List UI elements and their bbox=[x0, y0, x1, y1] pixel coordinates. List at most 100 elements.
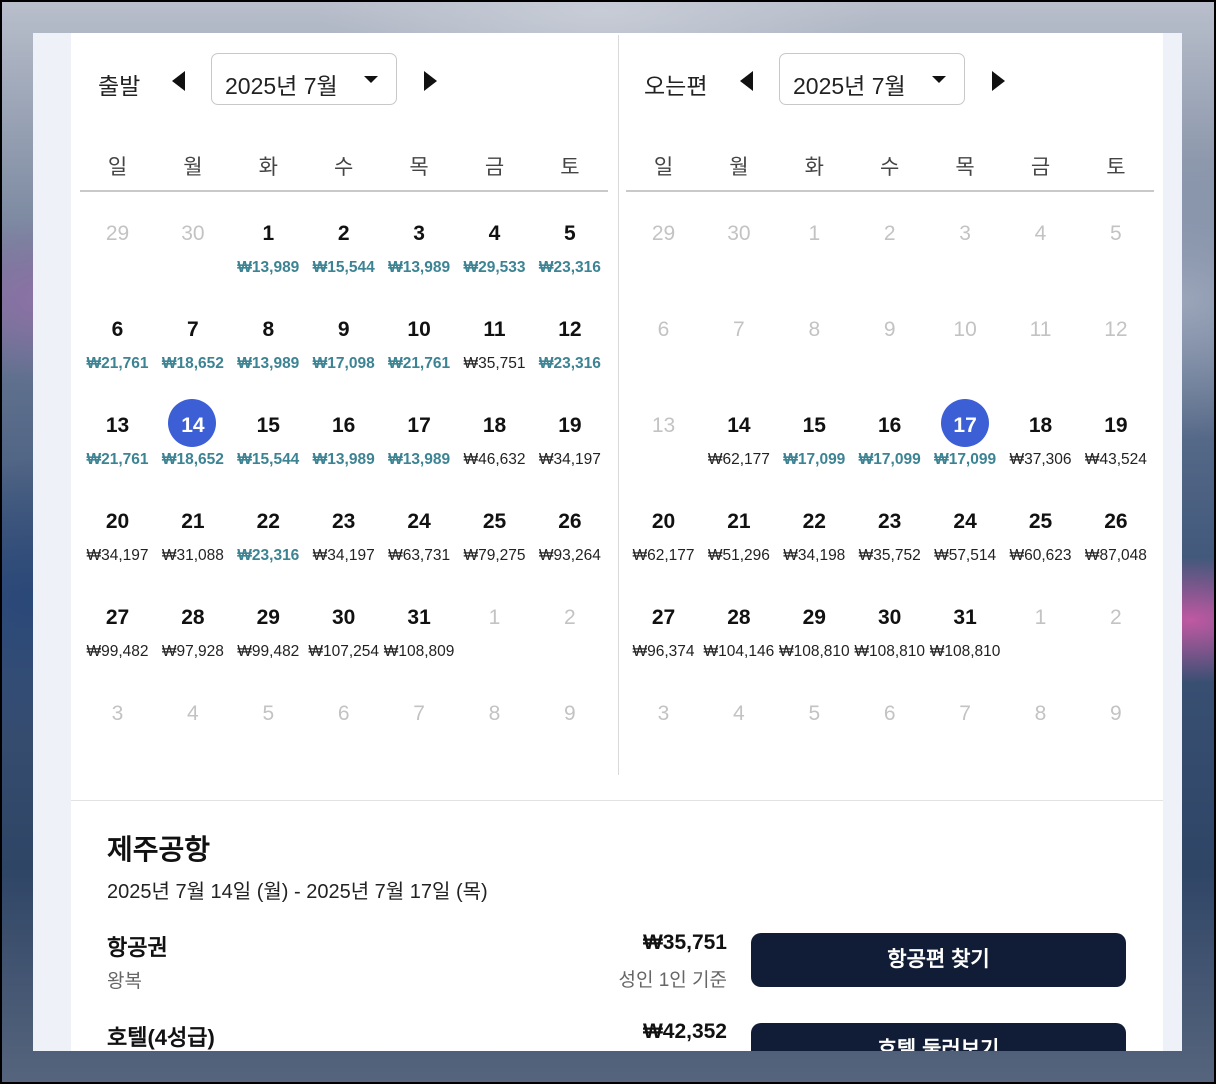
selected-day-cell[interactable]: 14 ₩18,652 bbox=[155, 393, 230, 489]
day-number: 6 bbox=[883, 702, 896, 725]
day-cell[interactable]: 6 ₩21,761 bbox=[80, 297, 155, 393]
day-cell[interactable]: 3 ₩13,989 bbox=[382, 201, 457, 297]
day-cell: 1 bbox=[1003, 585, 1078, 681]
day-number: 15 bbox=[802, 414, 826, 437]
flight-price-note: 성인 1인 기준 bbox=[618, 970, 727, 991]
day-cell[interactable]: 29 ₩108,810 bbox=[777, 585, 852, 681]
day-cell[interactable]: 10 ₩21,761 bbox=[382, 297, 457, 393]
weekday-label: 토 bbox=[560, 156, 580, 179]
day-cell[interactable]: 24 ₩57,514 bbox=[928, 489, 1003, 585]
day-number: 14 bbox=[727, 414, 751, 437]
day-price: ₩93,264 bbox=[538, 547, 601, 564]
day-cell[interactable]: 27 ₩99,482 bbox=[80, 585, 155, 681]
day-cell[interactable]: 19 ₩43,524 bbox=[1078, 393, 1153, 489]
day-cell[interactable]: 27 ₩96,374 bbox=[626, 585, 701, 681]
prev-month-icon[interactable] bbox=[168, 69, 192, 93]
day-cell[interactable]: 17 ₩13,989 bbox=[382, 393, 457, 489]
day-cell[interactable]: 22 ₩23,316 bbox=[231, 489, 306, 585]
day-number: 9 bbox=[337, 318, 350, 341]
day-cell[interactable]: 15 ₩17,099 bbox=[777, 393, 852, 489]
day-cell[interactable]: 18 ₩37,306 bbox=[1003, 393, 1078, 489]
day-cell[interactable]: 25 ₩79,275 bbox=[457, 489, 532, 585]
day-cell: 2 bbox=[852, 201, 927, 297]
day-cell[interactable]: 19 ₩34,197 bbox=[532, 393, 607, 489]
day-cell[interactable]: 30 ₩108,810 bbox=[852, 585, 927, 681]
day-number: 29 bbox=[651, 222, 676, 245]
day-cell: 30 bbox=[155, 201, 230, 297]
destination-title: 제주공항 bbox=[107, 834, 211, 865]
day-cell[interactable]: 2 ₩15,544 bbox=[306, 201, 381, 297]
day-cell[interactable]: 9 ₩17,098 bbox=[306, 297, 381, 393]
day-cell[interactable]: 30 ₩107,254 bbox=[306, 585, 381, 681]
weekday-label: 화 bbox=[804, 156, 824, 179]
day-cell[interactable]: 31 ₩108,810 bbox=[928, 585, 1003, 681]
day-price: ₩108,810 bbox=[929, 643, 1001, 660]
day-number: 30 bbox=[181, 222, 205, 245]
day-cell[interactable]: 16 ₩17,099 bbox=[852, 393, 927, 489]
day-number: 30 bbox=[332, 606, 356, 629]
day-cell: 1 bbox=[777, 201, 852, 297]
weekday-label: 화 bbox=[258, 156, 278, 179]
day-cell[interactable]: 1 ₩13,989 bbox=[231, 201, 306, 297]
day-cell[interactable]: 5 ₩23,316 bbox=[532, 201, 607, 297]
day-number: 6 bbox=[111, 318, 124, 341]
day-cell[interactable]: 21 ₩51,296 bbox=[701, 489, 776, 585]
day-cell[interactable]: 7 ₩18,652 bbox=[155, 297, 230, 393]
day-cell: 3 bbox=[928, 201, 1003, 297]
weekday-header: 일월화수목금토 bbox=[626, 151, 1156, 179]
day-number: 16 bbox=[332, 414, 356, 437]
day-cell[interactable]: 31 ₩108,809 bbox=[382, 585, 457, 681]
day-number: 12 bbox=[1104, 318, 1128, 341]
day-cell[interactable]: 14 ₩62,177 bbox=[701, 393, 776, 489]
day-cell: 7 bbox=[928, 681, 1003, 777]
day-cell[interactable]: 12 ₩23,316 bbox=[532, 297, 607, 393]
day-cell[interactable]: 29 ₩99,482 bbox=[231, 585, 306, 681]
find-flights-button[interactable]: 항공편 찾기 bbox=[751, 933, 1126, 987]
day-cell: 7 bbox=[701, 297, 776, 393]
day-number: 5 bbox=[262, 702, 275, 725]
day-cell[interactable]: 15 ₩15,544 bbox=[231, 393, 306, 489]
day-cell[interactable]: 18 ₩46,632 bbox=[457, 393, 532, 489]
weekday-label: 월 bbox=[729, 156, 749, 179]
day-price: ₩34,197 bbox=[538, 451, 601, 468]
day-cell[interactable]: 23 ₩34,197 bbox=[306, 489, 381, 585]
day-number: 19 bbox=[1104, 414, 1128, 437]
selected-day-cell[interactable]: 17 ₩17,099 bbox=[928, 393, 1003, 489]
browse-hotels-button[interactable]: 호텔 둘러보기 bbox=[751, 1023, 1126, 1051]
day-cell[interactable]: 26 ₩93,264 bbox=[532, 489, 607, 585]
day-cell: 1 bbox=[457, 585, 532, 681]
day-cell[interactable]: 22 ₩34,198 bbox=[777, 489, 852, 585]
day-cell: 4 bbox=[701, 681, 776, 777]
day-cell[interactable]: 8 ₩13,989 bbox=[231, 297, 306, 393]
day-cell[interactable]: 25 ₩60,623 bbox=[1003, 489, 1078, 585]
day-cell[interactable]: 28 ₩97,928 bbox=[155, 585, 230, 681]
day-number: 2 bbox=[1110, 606, 1122, 629]
day-number: 23 bbox=[332, 510, 356, 533]
day-cell[interactable]: 24 ₩63,731 bbox=[382, 489, 457, 585]
day-number: 5 bbox=[564, 222, 576, 245]
day-number: 31 bbox=[407, 606, 431, 629]
day-cell[interactable]: 16 ₩13,989 bbox=[306, 393, 381, 489]
day-cell: 2 bbox=[1078, 585, 1153, 681]
departure-month-select[interactable]: 2025년 7월 bbox=[211, 53, 397, 105]
next-month-icon[interactable] bbox=[986, 69, 1010, 93]
day-number: 4 bbox=[488, 222, 501, 245]
day-cell[interactable]: 26 ₩87,048 bbox=[1078, 489, 1153, 585]
day-cell[interactable]: 28 ₩104,146 bbox=[701, 585, 776, 681]
return-month-select[interactable]: 2025년 7월 bbox=[779, 53, 965, 105]
prev-month-icon[interactable] bbox=[736, 69, 760, 93]
day-cell[interactable]: 20 ₩34,197 bbox=[80, 489, 155, 585]
weekday-label: 월 bbox=[183, 156, 203, 179]
day-cell[interactable]: 23 ₩35,752 bbox=[852, 489, 927, 585]
day-cell[interactable]: 11 ₩35,751 bbox=[457, 297, 532, 393]
day-number: 10 bbox=[407, 318, 431, 341]
day-cell[interactable]: 4 ₩29,533 bbox=[457, 201, 532, 297]
trip-dates: 2025년 7월 14일 (월) - 2025년 7월 17일 (목) bbox=[107, 881, 488, 903]
day-cell[interactable]: 13 ₩21,761 bbox=[80, 393, 155, 489]
day-cell[interactable]: 21 ₩31,088 bbox=[155, 489, 230, 585]
day-cell: 3 bbox=[80, 681, 155, 777]
next-month-icon[interactable] bbox=[418, 69, 442, 93]
day-cell: 9 bbox=[532, 681, 607, 777]
day-cell[interactable]: 20 ₩62,177 bbox=[626, 489, 701, 585]
day-number: 27 bbox=[651, 606, 676, 629]
